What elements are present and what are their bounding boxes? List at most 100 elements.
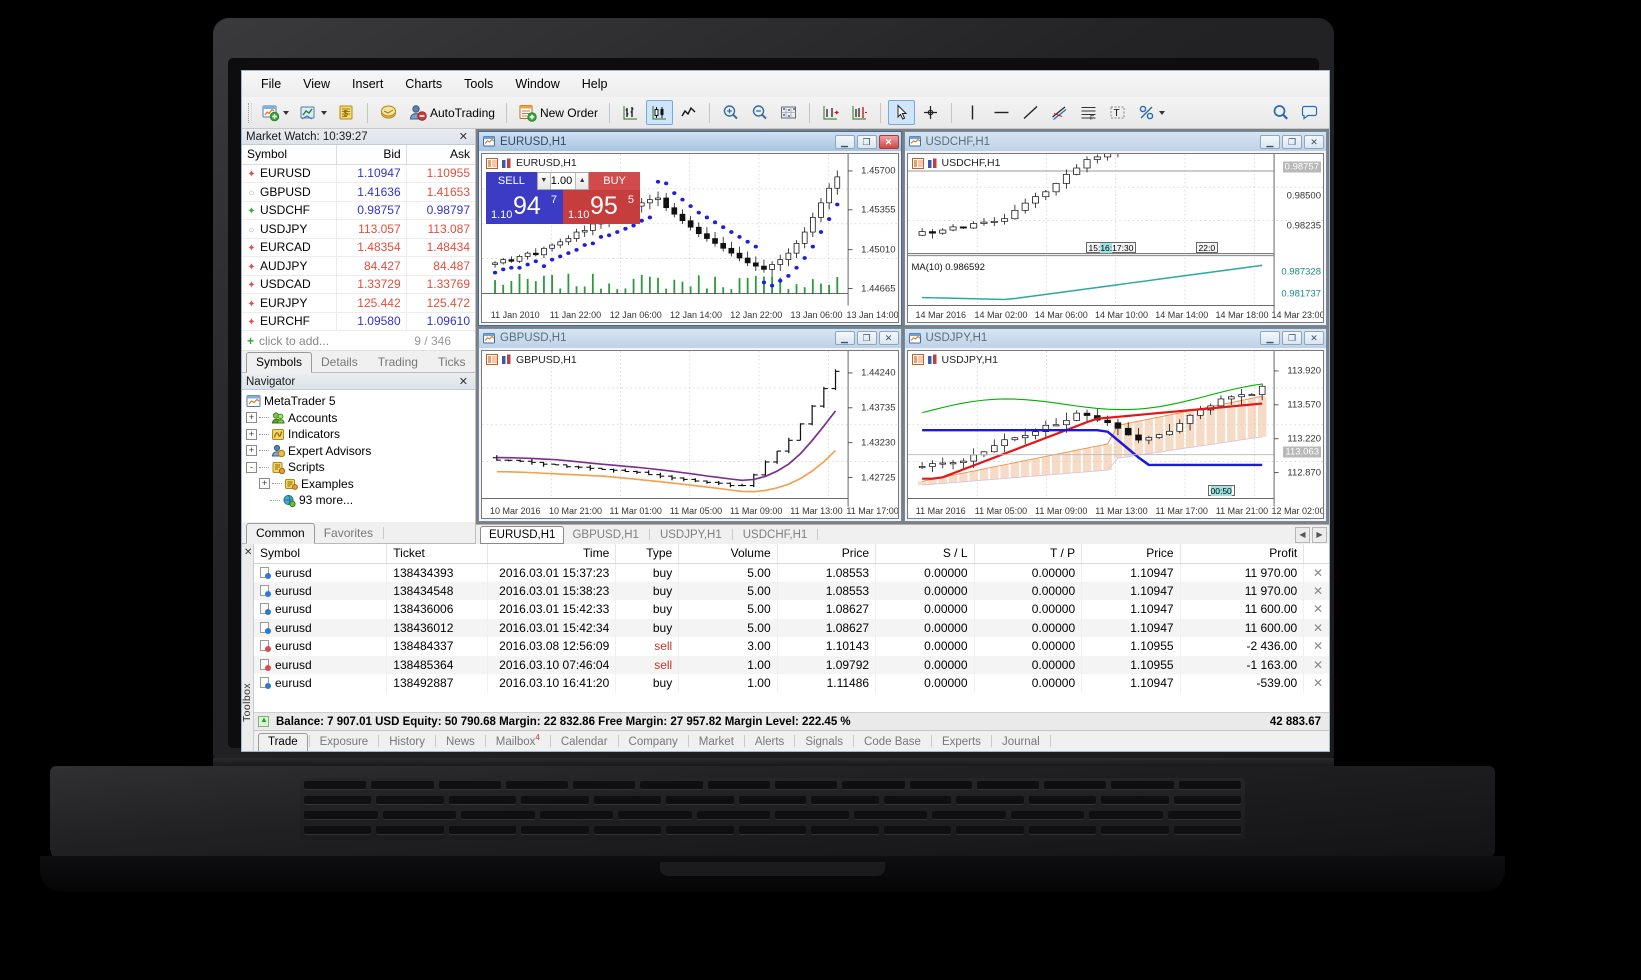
market-watch-row[interactable]: ✦ EURUSD 1.10947 1.10955 (242, 164, 475, 183)
cell-time[interactable]: 2016.03.01 15:42:34 (487, 618, 617, 637)
cell-profit[interactable]: -2 436.00 (1180, 637, 1305, 656)
cell-profit[interactable]: 11 600.00 (1180, 618, 1305, 637)
market-watch-row[interactable]: ✦ USDCHF 0.98757 0.98797 (242, 201, 475, 220)
chart-plot-gbpusd[interactable]: GBPUSD,H1 1.44240 1.43735 1.43230 1.4272… (481, 349, 899, 519)
volume-stepper[interactable]: ▼ 1.00 ▲ (536, 172, 590, 190)
tab-common[interactable]: Common (246, 523, 315, 544)
close-icon[interactable]: ✕ (1304, 134, 1324, 149)
cell-ticket[interactable]: 138485364 (386, 655, 489, 674)
menu-item-insert[interactable]: Insert (341, 74, 394, 94)
chart-tab-eurusd[interactable]: EURUSD,H1 (480, 525, 565, 544)
menu-item-view[interactable]: View (292, 74, 341, 94)
cell-ticket[interactable]: 138434393 (386, 563, 489, 582)
symbol-cell[interactable]: ✦ USDCHF (242, 201, 338, 220)
toolbar-grip[interactable] (248, 102, 252, 123)
cell-open-price[interactable]: 1.08553 (777, 563, 877, 582)
cell-stop-loss[interactable]: 0.00000 (875, 618, 975, 637)
bid-cell[interactable]: 1.33729 (336, 275, 407, 294)
column-header-profit[interactable]: Profit (1180, 544, 1305, 564)
market-watch-add-row[interactable]: + click to add... 9 / 346 (242, 331, 475, 351)
bid-cell[interactable]: 1.10947 (336, 164, 407, 183)
cell-type[interactable]: sell (615, 655, 680, 674)
bid-cell[interactable]: 1.09580 (336, 312, 407, 331)
toolbox-tab-market[interactable]: Market (690, 734, 743, 751)
cursor-button[interactable] (887, 100, 915, 125)
close-icon[interactable]: ✕ (878, 331, 899, 345)
crosshair-button[interactable] (917, 100, 944, 125)
table-row[interactable]: eurusd 138434393 2016.03.01 15:37:23 buy 5.0… (254, 563, 1329, 582)
menu-item-tools[interactable]: Tools (453, 74, 504, 94)
market-watch-row[interactable]: ○ GBPUSD 1.41636 1.41653 (242, 182, 475, 202)
tab-details[interactable]: Details (312, 353, 367, 372)
market-watch-row[interactable]: ○ USDJPY 113.057 113.087 (242, 219, 475, 239)
market-watch-button[interactable]: $ (333, 100, 360, 125)
cell-time[interactable]: 2016.03.01 15:38:23 (487, 581, 617, 600)
market-watch-row[interactable]: ✦ EURCAD 1.48354 1.48434 (242, 238, 475, 257)
ask-cell[interactable]: 1.33769 (406, 275, 475, 294)
navigator-item-expert-advisors[interactable]: + Expert Advisors (246, 443, 475, 460)
column-header-sl[interactable]: S / L (875, 544, 975, 564)
bid-cell[interactable]: 84.427 (336, 256, 407, 276)
cell-volume[interactable]: 1.00 (678, 655, 778, 674)
candlestick-chart-button[interactable] (645, 100, 673, 125)
chevron-left-icon[interactable]: ◀ (1295, 526, 1310, 543)
cell-time[interactable]: 2016.03.08 12:56:09 (487, 637, 617, 656)
bid-cell[interactable]: 1.48354 (336, 238, 407, 257)
table-row[interactable]: eurusd 138492887 2016.03.10 16:41:20 buy 1.0… (254, 674, 1329, 693)
templates-button[interactable] (1133, 100, 1169, 125)
cell-current-price[interactable]: 1.10955 (1081, 637, 1181, 656)
table-row[interactable]: eurusd 138436006 2016.03.01 15:42:33 buy 5.0… (254, 600, 1329, 619)
bid-cell[interactable]: 113.057 (336, 219, 407, 239)
cell-current-price[interactable]: 1.10947 (1081, 600, 1181, 619)
cell-symbol[interactable]: eurusd (254, 655, 388, 674)
chart-titlebar-usdjpy[interactable]: USDJPY,H1 ▁ ❐ ✕ (904, 328, 1326, 348)
cell-profit[interactable]: 11 970.00 (1180, 581, 1305, 600)
maximize-icon[interactable]: ❐ (856, 134, 877, 149)
bid-cell[interactable]: 125.442 (336, 293, 407, 313)
ask-cell[interactable]: 113.087 (406, 219, 475, 239)
vertical-line-button[interactable] (959, 100, 986, 125)
minimize-icon[interactable]: ▁ (1260, 134, 1280, 149)
maximize-icon[interactable]: ❐ (856, 331, 877, 345)
cell-take-profit[interactable]: 0.00000 (974, 674, 1083, 693)
cell-symbol[interactable]: eurusd (254, 674, 388, 693)
column-header-price[interactable]: Price (777, 544, 877, 564)
toolbox-tab-signals[interactable]: Signals (796, 734, 852, 751)
sell-button[interactable]: SELL (486, 172, 537, 190)
column-header-type[interactable]: Type (615, 544, 680, 564)
cell-symbol[interactable]: eurusd (254, 637, 388, 656)
toolbox-tab-mailbox[interactable]: Mailbox4 (487, 731, 549, 751)
symbol-cell[interactable]: ✦ EURUSD (242, 164, 338, 183)
close-icon[interactable]: ✕ (1304, 656, 1329, 675)
ask-cell[interactable]: 125.472 (406, 293, 475, 313)
tree-toggle-icon[interactable]: + (259, 478, 270, 490)
market-watch-row[interactable]: ✦ EURJPY 125.442 125.472 (242, 293, 475, 313)
one-click-trading-panel[interactable]: SELL ▼ 1.00 ▲ BUY 94 1.10 7 95 1.10 5 (486, 172, 640, 224)
tab-ticks[interactable]: Ticks (429, 353, 475, 372)
toolbox-tab-exposure[interactable]: Exposure (311, 734, 378, 751)
cell-ticket[interactable]: 138436012 (386, 618, 489, 637)
trendline-button[interactable] (1017, 100, 1044, 125)
cell-open-price[interactable]: 1.08627 (777, 600, 877, 619)
column-header-ask[interactable]: Ask (406, 145, 475, 165)
new-order-button[interactable]: New Order (514, 100, 602, 125)
autotrading-button[interactable]: AutoTrading (404, 100, 499, 125)
tab-trading[interactable]: Trading (369, 353, 427, 372)
cell-take-profit[interactable]: 0.00000 (974, 563, 1083, 582)
cell-symbol[interactable]: eurusd (254, 618, 388, 637)
chart-tab-gbpusd[interactable]: GBPUSD,H1 (564, 527, 646, 543)
symbol-cell[interactable]: ○ GBPUSD (242, 182, 338, 202)
column-header-time[interactable]: Time (487, 544, 617, 564)
ask-cell[interactable]: 1.48434 (406, 238, 475, 257)
horizontal-line-button[interactable] (988, 100, 1015, 125)
cell-volume[interactable]: 5.00 (678, 618, 778, 637)
column-header-bid[interactable]: Bid (336, 145, 407, 165)
cell-take-profit[interactable]: 0.00000 (974, 581, 1083, 600)
minimize-icon[interactable]: ▁ (834, 134, 855, 149)
cell-ticket[interactable]: 138492887 (386, 674, 489, 693)
line-chart-button[interactable] (675, 100, 702, 125)
column-header-tp[interactable]: T / P (974, 544, 1083, 564)
close-icon[interactable]: ✕ (1304, 674, 1329, 693)
cell-volume[interactable]: 5.00 (678, 563, 778, 582)
cell-current-price[interactable]: 1.10947 (1081, 618, 1181, 637)
